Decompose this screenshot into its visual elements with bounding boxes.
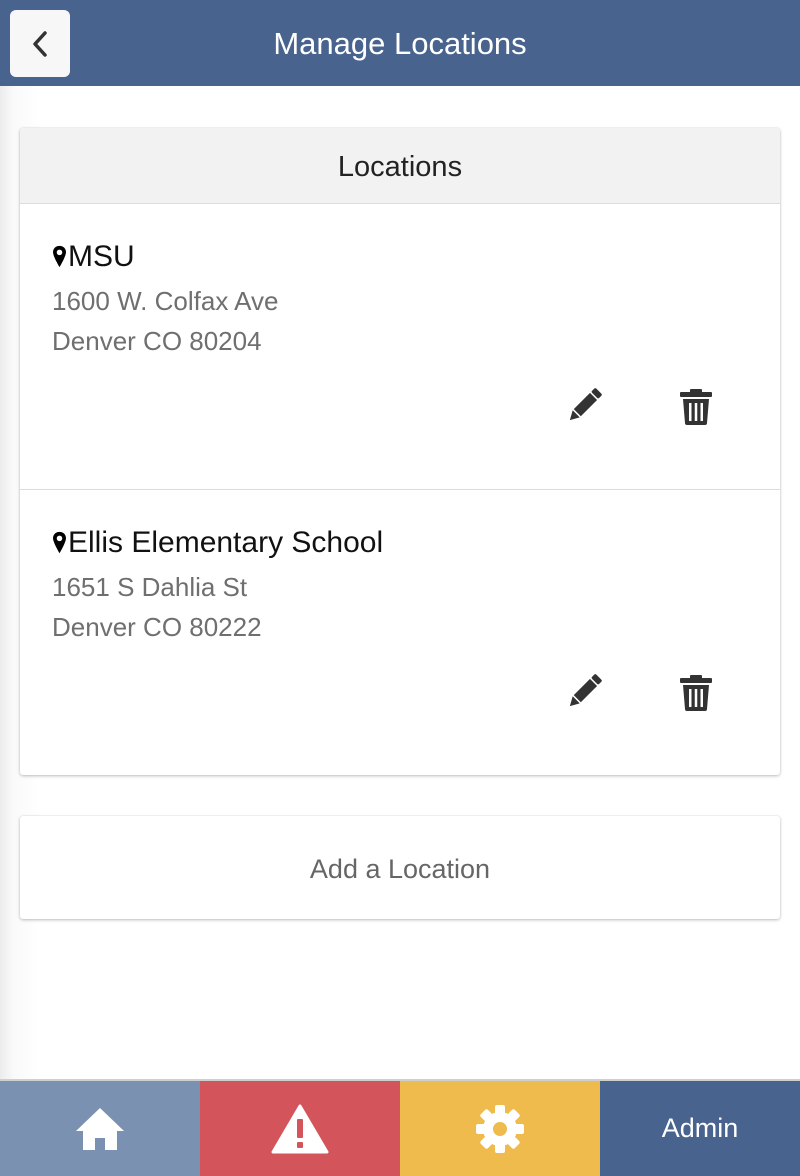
tab-admin[interactable]: Admin [600,1081,800,1176]
map-pin-icon [53,531,66,554]
location-street: 1600 W. Colfax Ave [52,286,279,316]
warning-icon [271,1104,329,1153]
trash-icon [680,675,712,711]
location-city: Denver CO 80204 [52,326,262,356]
page-title: Manage Locations [273,26,527,61]
location-name-row: MSU [52,240,135,274]
location-name: Ellis Elementary School [68,526,384,559]
location-city: Denver CO 80222 [52,612,262,642]
location-item: Ellis Elementary School 1651 S Dahlia St… [20,489,780,775]
edit-location-button[interactable] [560,668,608,716]
delete-location-button[interactable] [672,668,720,716]
pencil-icon [569,388,602,421]
tab-admin-label: Admin [661,1113,739,1143]
app-header: Manage Locations [0,0,800,86]
add-location-button[interactable]: Add a Location [20,816,780,919]
locations-card: Locations MSU 1600 W. Colfax Ave Denver … [20,128,780,775]
locations-card-title: Locations [20,128,780,204]
bottom-nav: Admin [0,1081,800,1176]
tab-settings[interactable] [400,1081,600,1176]
edit-location-button[interactable] [560,382,608,430]
back-button[interactable] [10,10,70,77]
pencil-icon [569,674,602,707]
tab-home[interactable] [0,1081,200,1176]
trash-icon [680,389,712,425]
map-pin-icon [53,245,66,268]
home-icon [76,1107,124,1150]
location-name: MSU [68,240,135,273]
delete-location-button[interactable] [672,382,720,430]
tab-alerts[interactable] [200,1081,400,1176]
chevron-left-icon [33,30,47,57]
location-item: MSU 1600 W. Colfax Ave Denver CO 80204 [20,204,780,489]
location-name-row: Ellis Elementary School [52,526,383,560]
add-location-label: Add a Location [309,854,491,884]
location-street: 1651 S Dahlia St [52,572,248,602]
gear-icon [476,1104,524,1153]
